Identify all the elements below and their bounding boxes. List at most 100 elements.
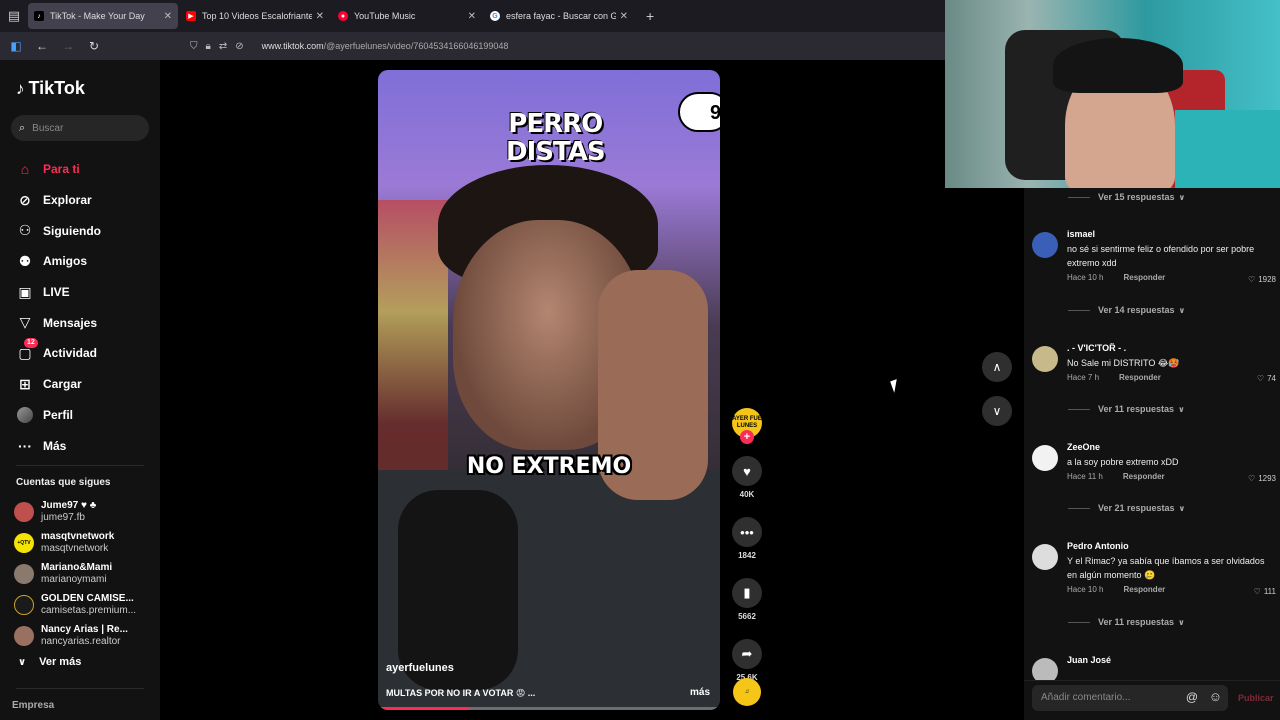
comment-like-button[interactable]: ♡ 1928 (1248, 275, 1276, 284)
see-more-label: Ver más (39, 656, 82, 668)
chevron-down-icon: ∨ (1178, 192, 1186, 202)
avatar[interactable] (1032, 544, 1058, 570)
following-item[interactable]: Nancy Arias | Re... nancyarias.realtor (14, 620, 136, 651)
divider (1068, 621, 1090, 623)
forward-icon[interactable]: → (60, 38, 76, 54)
menu-item-perfil[interactable]: Perfil (16, 400, 101, 431)
close-tab-icon[interactable]: ✕ (468, 11, 476, 22)
save-action[interactable]: ▮ 5662 (732, 578, 762, 621)
view-replies-button[interactable]: Ver 21 respuestas ∨ (1068, 503, 1185, 513)
new-tab-icon[interactable]: + (646, 8, 654, 24)
publish-button[interactable]: Publicar (1238, 693, 1274, 703)
emoji-icon[interactable]: ☺ (1209, 689, 1222, 704)
menu-item-actividad[interactable]: ▢ 12 Actividad (16, 338, 101, 369)
reply-button[interactable]: Responder (1123, 472, 1165, 481)
reply-button[interactable]: Responder (1123, 273, 1165, 282)
sidebar-toggle-icon[interactable]: ◧ (8, 38, 24, 54)
lock-icon[interactable]: 🔒︎ (206, 41, 211, 52)
like-action[interactable]: ♥ 40K (732, 456, 762, 499)
following-item[interactable]: Mariano&Mami marianoymami (14, 558, 136, 589)
chevron-down-icon: ∨ (1178, 617, 1185, 627)
action-rail: AYER FUE LUNES + ♥ 40K ••• 1842 ▮ 5662 ➦25.… (732, 408, 762, 682)
music-disc-icon[interactable]: ♫ (733, 678, 761, 706)
view-replies-button[interactable]: Ver 11 respuestas ∨ (1068, 617, 1185, 627)
comment-like-button[interactable]: ♡ 1293 (1248, 474, 1276, 483)
avatar[interactable] (1032, 346, 1058, 372)
view-replies-label: Ver 15 respuestas (1098, 192, 1175, 202)
comment-like-button[interactable]: ♡ 111 (1254, 587, 1276, 596)
profile-avatar (17, 406, 33, 423)
follow-plus-icon[interactable]: + (740, 430, 754, 444)
menu-item-mas[interactable]: ··· Más (16, 430, 101, 461)
menu-item-explorar[interactable]: ⊘ Explorar (16, 185, 101, 216)
view-replies-button[interactable]: Ver 11 respuestas ∨ (1068, 404, 1185, 414)
menu-label: Actividad (43, 346, 98, 361)
mention-icon[interactable]: @ (1186, 690, 1198, 704)
search-icon: ⌕ (19, 121, 26, 134)
back-icon[interactable]: ← (34, 38, 50, 54)
video-brand-logo: PERRO DISTAS (506, 110, 606, 166)
following-item[interactable]: GOLDEN CAMISE... camisetas.premium... (14, 589, 136, 620)
video-author[interactable]: ayerfuelunes (386, 662, 454, 674)
following-item[interactable]: +QTV masqtvnetwork masqtvnetwork (14, 527, 136, 558)
comment-action[interactable]: ••• 1842 (732, 517, 762, 560)
permissions-icon[interactable]: ⇄ (219, 41, 227, 52)
previous-video-button[interactable]: ∧ (982, 352, 1012, 382)
tab-youtube-music[interactable]: ● YouTube Music ✕ (332, 3, 482, 29)
home-icon: ⌂ (20, 161, 30, 178)
video-progress-bar[interactable] (378, 707, 720, 710)
close-tab-icon[interactable]: ✕ (620, 11, 628, 22)
reload-icon[interactable]: ↻ (86, 38, 102, 54)
video-more-button[interactable]: más (690, 687, 710, 698)
menu-item-mensajes[interactable]: ▽ Mensajes (16, 307, 101, 338)
comment-username[interactable]: ismael (1067, 228, 1276, 240)
creator-avatar[interactable]: AYER FUE LUNES + (732, 408, 762, 444)
view-replies-button[interactable]: Ver 15 respuestas ∨ (1068, 192, 1185, 202)
comment-username[interactable]: Juan José (1067, 654, 1276, 666)
video-player[interactable]: PERRO DISTAS 9 NO EXTREMO ayerfuelunes M… (378, 70, 720, 710)
close-tab-icon[interactable]: ✕ (164, 11, 172, 22)
share-icon[interactable]: ➦ (732, 639, 762, 669)
menu-item-live[interactable]: ▣ LIVE (16, 277, 101, 308)
like-count: 40K (739, 490, 755, 499)
tab-youtube[interactable]: ▶ Top 10 Videos Escalofriantes De ✕ (180, 3, 330, 29)
comment-text: Y el Rimac? ya sabía que íbamos a ser ol… (1067, 556, 1265, 580)
view-replies-button[interactable]: Ver 14 respuestas ∨ (1068, 305, 1185, 315)
chevron-down-icon: ∨ (1178, 503, 1186, 513)
avatar[interactable] (1032, 232, 1058, 258)
footer-link-empresa[interactable]: Empresa (12, 700, 54, 711)
comment-icon[interactable]: ••• (732, 517, 762, 547)
no-tracking-icon[interactable]: ⊘ (235, 41, 243, 52)
menu-item-amigos[interactable]: ⚉ Amigos (16, 246, 101, 277)
following-item[interactable]: Jume97 ♥ ♣ jume97.fb (14, 496, 136, 527)
tab-google[interactable]: G esfera fayac - Buscar con Google ✕ (484, 3, 634, 29)
comment-input[interactable]: Añadir comentario... @ ☺ (1032, 685, 1228, 711)
comment-like-button[interactable]: ♡ 74 (1257, 374, 1276, 383)
following-handle: masqtvnetwork (41, 542, 109, 554)
share-action[interactable]: ➦25.6K (732, 639, 762, 682)
next-video-button[interactable]: ∨ (982, 396, 1012, 426)
tab-title: Top 10 Videos Escalofriantes De (202, 11, 312, 21)
heart-icon[interactable]: ♥ (732, 456, 762, 486)
shield-icon[interactable]: ⛉ (190, 41, 198, 52)
menu-item-cargar[interactable]: ⊞ Cargar (16, 369, 101, 400)
activity-badge: 12 (24, 338, 38, 349)
avatar[interactable] (1032, 445, 1058, 471)
comment-input-bar: Añadir comentario... @ ☺ Publicar (1024, 680, 1280, 720)
following-list: Jume97 ♥ ♣ jume97.fb +QTV masqtvnetwork ma… (14, 496, 136, 651)
close-tab-icon[interactable]: ✕ (316, 11, 324, 22)
menu-item-para-ti[interactable]: ⌂ Para ti (16, 154, 101, 185)
url-bar[interactable]: www.tiktok.com/@ayerfuelunes/video/76045… (262, 41, 509, 51)
comment-username[interactable]: ZeeOne (1067, 441, 1276, 453)
search-input[interactable]: ⌕ Buscar (11, 115, 149, 141)
menu-item-siguiendo[interactable]: ⚇ Siguiendo (16, 215, 101, 246)
reply-button[interactable]: Responder (1119, 373, 1161, 382)
tab-tiktok[interactable]: ♪ TikTok - Make Your Day ✕ (28, 3, 178, 29)
tab-list-icon[interactable]: ▤ (0, 0, 28, 32)
comment-username[interactable]: Pedro Antonio (1067, 540, 1276, 552)
comment-username[interactable]: . - V'IC'TOR̈ - . (1067, 342, 1276, 354)
tiktok-logo[interactable]: ♪ TikTok (16, 78, 85, 99)
see-more-button[interactable]: ∨ Ver más (18, 656, 81, 668)
bookmark-icon[interactable]: ▮ (732, 578, 762, 608)
reply-button[interactable]: Responder (1123, 585, 1165, 594)
